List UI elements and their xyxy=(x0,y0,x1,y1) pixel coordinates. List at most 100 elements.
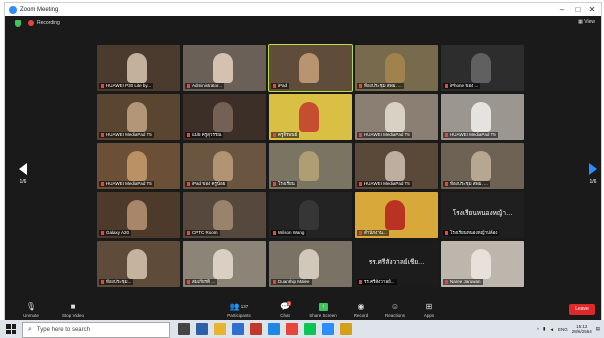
participant-video-tile[interactable]: Galaxy A20 xyxy=(97,192,180,238)
participant-video-tile[interactable]: HUAWEI MediaPad T5 xyxy=(355,94,438,140)
participant-video-tile[interactable]: ห้องประชุม สพม. ... xyxy=(355,45,438,91)
participant-video-tile[interactable]: Naree Jaruwan xyxy=(441,241,524,287)
participant-figure xyxy=(213,200,233,230)
muted-mic-icon xyxy=(187,181,190,186)
participant-name: รร.ศรีสังวาลย์... xyxy=(364,279,395,284)
search-icon: ⌕ xyxy=(28,326,32,333)
participant-figure xyxy=(213,151,233,181)
participant-name: Wilson Wang xyxy=(278,230,305,235)
windows-taskbar: ⌕ Type here to search ^ ▮ ◄ ENG 15:12 28… xyxy=(0,320,604,338)
participant-name-label: โรงเรียนหนองหญ้าปล้อง xyxy=(443,230,500,236)
participant-figure xyxy=(471,151,491,181)
notifications-icon[interactable]: ▤ xyxy=(596,326,600,332)
participant-name-label: Duanthip Malee xyxy=(271,279,312,285)
clock-date: 28/6/2564 xyxy=(571,329,592,334)
participant-figure xyxy=(471,102,491,132)
taskbar-search-box[interactable]: ⌕ Type here to search xyxy=(22,322,170,338)
participant-name: Galaxy A20 xyxy=(106,230,130,235)
participant-figure xyxy=(299,151,319,181)
folder-icon[interactable] xyxy=(340,323,352,335)
participant-name-label: HUAWEI P30 Lite by... xyxy=(99,83,154,89)
participant-video-tile[interactable]: Administrator... xyxy=(183,45,266,91)
recording-icon xyxy=(28,20,34,26)
windows-start-icon[interactable] xyxy=(6,324,16,334)
maximize-icon[interactable]: □ xyxy=(571,3,585,16)
powerpoint-icon[interactable] xyxy=(250,323,262,335)
participant-name: iPad xyxy=(278,83,288,88)
tray-chevron-icon[interactable]: ^ xyxy=(537,327,539,332)
muted-mic-icon xyxy=(187,132,190,137)
close-icon[interactable]: ✕ xyxy=(585,3,599,16)
volume-icon[interactable]: ◄ xyxy=(549,327,553,332)
recording-label: Recording xyxy=(37,20,60,26)
participant-video-tile[interactable]: HUAWEI MediaPad T5 xyxy=(97,94,180,140)
muted-mic-icon xyxy=(445,181,448,186)
participants-button[interactable]: 👥 137 Participants xyxy=(217,301,261,318)
muted-mic-icon xyxy=(101,230,104,235)
participant-video-tile[interactable]: iPad ของ ครูน้อย xyxy=(183,143,266,189)
zoom-taskbar-icon[interactable] xyxy=(322,323,334,335)
participant-video-tile[interactable]: สำนักงาน... xyxy=(355,192,438,238)
participant-name: โรงเรียน xyxy=(278,181,295,186)
view-button[interactable]: ▦ View xyxy=(578,19,595,25)
stop-video-button[interactable]: ■ Stop Video xyxy=(51,301,95,318)
window-title: Zoom Meeting xyxy=(20,6,59,13)
participant-name-label: สมเกียรติ ... xyxy=(185,279,217,285)
participant-figure xyxy=(127,200,147,230)
participant-figure xyxy=(385,102,405,132)
participant-video-tile[interactable]: Wilson Wang xyxy=(269,192,352,238)
participant-name-label: HUAWEI MediaPad T5 xyxy=(99,132,154,138)
participant-figure xyxy=(471,249,491,279)
task-view-icon[interactable] xyxy=(178,323,190,335)
participant-video-tile[interactable]: แม่ย ครูสุวรรณ xyxy=(183,94,266,140)
participant-video-tile[interactable]: HUAWEI MediaPad T5 xyxy=(355,143,438,189)
participant-video-tile[interactable]: สมเกียรติ ... xyxy=(183,241,266,287)
unmute-button[interactable]: 🎙 Unmute xyxy=(9,301,53,318)
participant-video-tile[interactable]: HUAWEI MediaPad T5 xyxy=(97,143,180,189)
muted-mic-icon xyxy=(273,230,276,235)
taskbar-clock[interactable]: 15:12 28/6/2564 xyxy=(572,324,592,334)
language-indicator[interactable]: ENG xyxy=(558,327,568,332)
participant-video-tile[interactable]: ห้องประชุม... xyxy=(97,241,180,287)
muted-mic-icon xyxy=(359,132,362,137)
store-icon[interactable] xyxy=(196,323,208,335)
participant-name-label: ครูจิรพนธ์ xyxy=(271,132,300,138)
muted-mic-icon xyxy=(187,83,190,88)
participants-icon: 👥 137 xyxy=(229,302,249,311)
next-page-arrow-icon[interactable] xyxy=(589,163,597,175)
participant-name: Duanthip Malee xyxy=(278,279,310,284)
previous-page-arrow-icon[interactable] xyxy=(19,163,27,175)
participant-name-label: HUAWEI MediaPad T5 xyxy=(443,132,498,138)
participant-video-tile[interactable]: HUAWEI P30 Lite by... xyxy=(97,45,180,91)
leave-button[interactable]: Leave xyxy=(569,304,595,315)
page-indicator-left: 1/6 xyxy=(19,179,27,185)
participant-figure xyxy=(127,102,147,132)
participant-video-tile[interactable]: HUAWEI MediaPad T5 xyxy=(441,94,524,140)
participant-video-tile[interactable]: iPhone ของ ... xyxy=(441,45,524,91)
participant-figure xyxy=(213,102,233,132)
participant-name-label: Galaxy A20 xyxy=(99,230,132,236)
mail-icon[interactable] xyxy=(232,323,244,335)
edge-icon[interactable] xyxy=(268,323,280,335)
participant-video-tile[interactable]: Duanthip Malee xyxy=(269,241,352,287)
participant-video-tile[interactable]: โรงเรียนหนองหญ้า... โรงเรียนหนองหญ้าปล้อง xyxy=(441,192,524,238)
participant-video-tile[interactable]: โรงเรียน xyxy=(269,143,352,189)
participant-name: HUAWEI P30 Lite by... xyxy=(106,83,152,88)
security-shield-icon[interactable] xyxy=(15,19,21,27)
apps-button[interactable]: ⊞ Apps xyxy=(407,301,451,318)
line-icon[interactable] xyxy=(304,323,316,335)
file-explorer-icon[interactable] xyxy=(214,323,226,335)
network-icon[interactable]: ▮ xyxy=(543,326,545,332)
participant-name: ห้องประชุม... xyxy=(106,279,132,284)
participant-name: iPad ของ ครูน้อย xyxy=(192,181,226,186)
participant-video-tile[interactable]: iPad xyxy=(268,44,353,92)
participant-figure xyxy=(127,249,147,279)
participant-video-tile[interactable]: ครูจิรพนธ์ xyxy=(269,94,352,140)
muted-mic-icon xyxy=(359,83,362,88)
participant-video-tile[interactable]: CPTC Room xyxy=(183,192,266,238)
participant-video-tile[interactable]: รร.ศรีสังวาลย์เชีย... รร.ศรีสังวาลย์... xyxy=(355,241,438,287)
minimize-icon[interactable]: – xyxy=(555,3,569,16)
participant-video-tile[interactable]: ห้องประชุม สพม. ... xyxy=(441,143,524,189)
stop-video-label: Stop Video xyxy=(62,313,84,318)
chrome-icon[interactable] xyxy=(286,323,298,335)
